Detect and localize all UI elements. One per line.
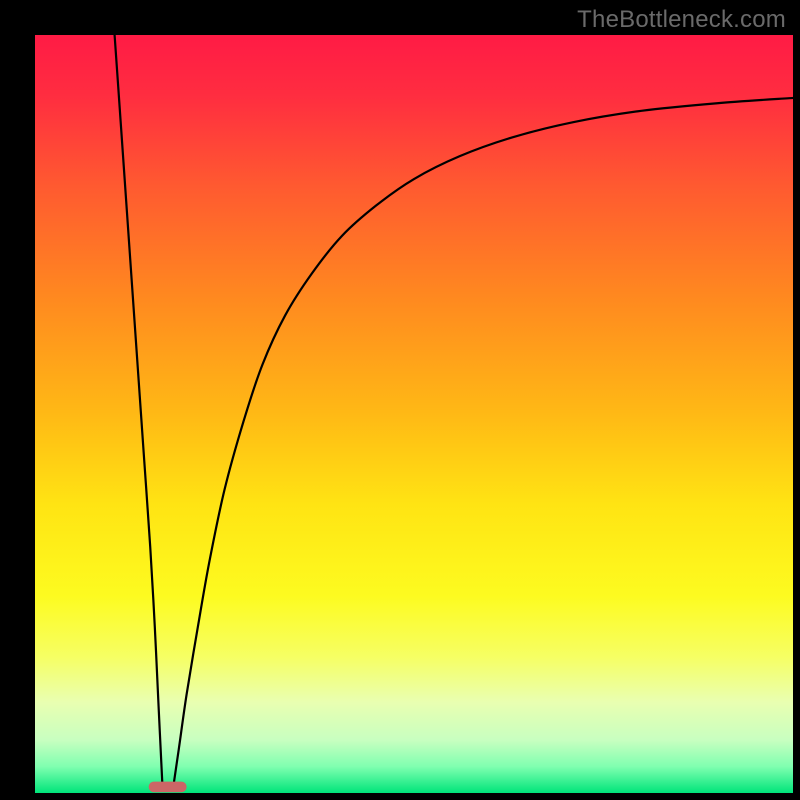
chart-frame: TheBottleneck.com [0, 0, 800, 800]
gradient-background [35, 35, 793, 793]
watermark-label: TheBottleneck.com [577, 6, 786, 34]
bottleneck-chart [0, 0, 800, 800]
optimal-marker [149, 782, 187, 793]
